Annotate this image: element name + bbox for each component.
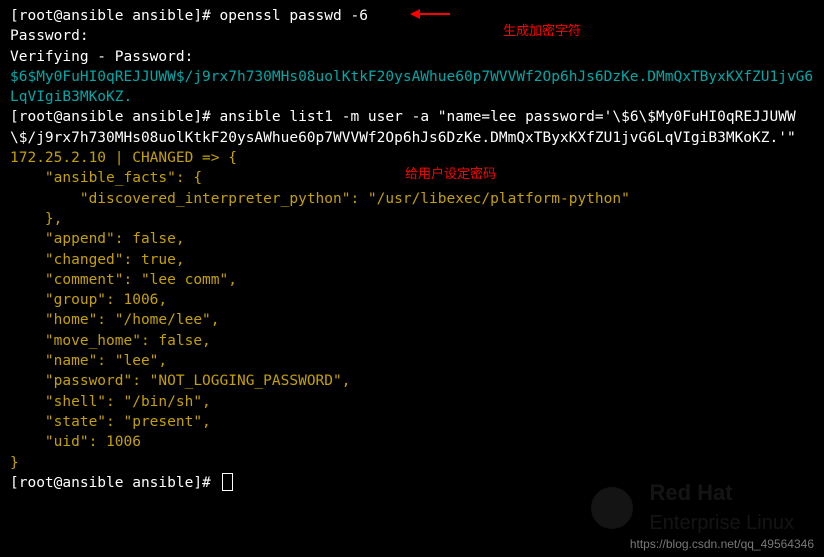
json-line: }, (10, 211, 62, 227)
json-line: "group": 1006, (10, 292, 167, 308)
shell-prompt-2: [root@ansible ansible]# (10, 109, 211, 125)
annotation-2: 给用户设定密码 (405, 165, 496, 183)
json-line: "comment": "lee comm", (10, 272, 237, 288)
password-prompt: Password: (10, 28, 89, 44)
hash-output: $6$My0FuHI0qREJJUWW$/j9rx7h730MHs08uolKt… (10, 69, 813, 105)
cursor-block (222, 473, 233, 491)
ansible-result-header: 172.25.2.10 | CHANGED => { (10, 150, 237, 166)
arrow-icon (410, 8, 450, 18)
watermark-line2: Enterprise Linux (649, 512, 794, 534)
json-line: "uid": 1006 (10, 434, 141, 450)
verify-prompt: Verifying - Password: (10, 49, 193, 65)
terminal-output[interactable]: [root@ansible ansible]# openssl passwd -… (10, 6, 814, 493)
watermark-line1: Red Hat (649, 480, 732, 505)
redhat-logo-icon (591, 487, 633, 529)
json-line: "password": "NOT_LOGGING_PASSWORD", (10, 373, 350, 389)
command-1: openssl passwd -6 (220, 8, 368, 24)
json-line: "append": false, (10, 231, 185, 247)
json-line: "state": "present", (10, 414, 211, 430)
shell-prompt: [root@ansible ansible]# (10, 8, 211, 24)
json-line: "home": "/home/lee", (10, 312, 220, 328)
json-line: "ansible_facts": { (10, 170, 202, 186)
json-line: "changed": true, (10, 252, 185, 268)
shell-prompt-3: [root@ansible ansible]# (10, 475, 211, 491)
annotation-1: 生成加密字符 (503, 22, 581, 40)
json-line: "move_home": false, (10, 333, 211, 349)
footer-url: https://blog.csdn.net/qq_49564346 (630, 536, 814, 553)
json-line: "shell": "/bin/sh", (10, 394, 211, 410)
json-line: "discovered_interpreter_python": "/usr/l… (10, 191, 630, 207)
json-line: } (10, 455, 19, 471)
json-line: "name": "lee", (10, 353, 167, 369)
redhat-watermark: Red Hat Enterprise Linux (591, 478, 794, 537)
